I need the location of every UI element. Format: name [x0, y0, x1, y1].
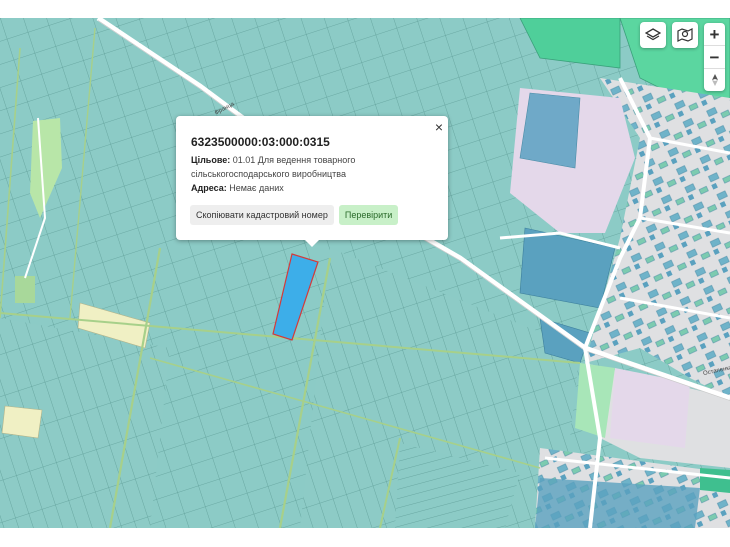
map-canvas[interactable]: Франца Остапенка + − × 6323500000:03:000… — [0, 18, 730, 528]
parcel-popup: × 6323500000:03:000:0315 Цільове: 01.01 … — [176, 116, 448, 240]
purpose-label: Цільове: — [191, 155, 231, 165]
popup-actions: Скопіювати кадастровий номер Перевірити — [190, 205, 434, 225]
address-value: Немає даних — [229, 183, 284, 193]
layers-button[interactable] — [640, 22, 666, 48]
cadastral-number: 6323500000:03:000:0315 — [191, 135, 330, 149]
zoom-out-button[interactable]: − — [704, 46, 725, 69]
popup-tip — [304, 239, 320, 247]
address-row: Адреса: Немає даних — [191, 181, 434, 195]
map-tiles[interactable] — [0, 18, 730, 528]
compass-icon — [711, 74, 718, 86]
zoom-control: + − — [704, 23, 725, 91]
address-label: Адреса: — [191, 183, 227, 193]
basemap-button[interactable] — [672, 22, 698, 48]
layers-icon — [645, 28, 661, 41]
zoom-in-button[interactable]: + — [704, 23, 725, 46]
purpose-row: Цільове: 01.01 Для ведення товарного сіл… — [191, 153, 434, 181]
copy-cadastral-button[interactable]: Скопіювати кадастровий номер — [190, 205, 334, 225]
close-icon[interactable]: × — [435, 120, 443, 134]
check-button[interactable]: Перевірити — [338, 205, 399, 225]
compass-button[interactable] — [704, 69, 725, 91]
map-icon — [677, 28, 693, 42]
